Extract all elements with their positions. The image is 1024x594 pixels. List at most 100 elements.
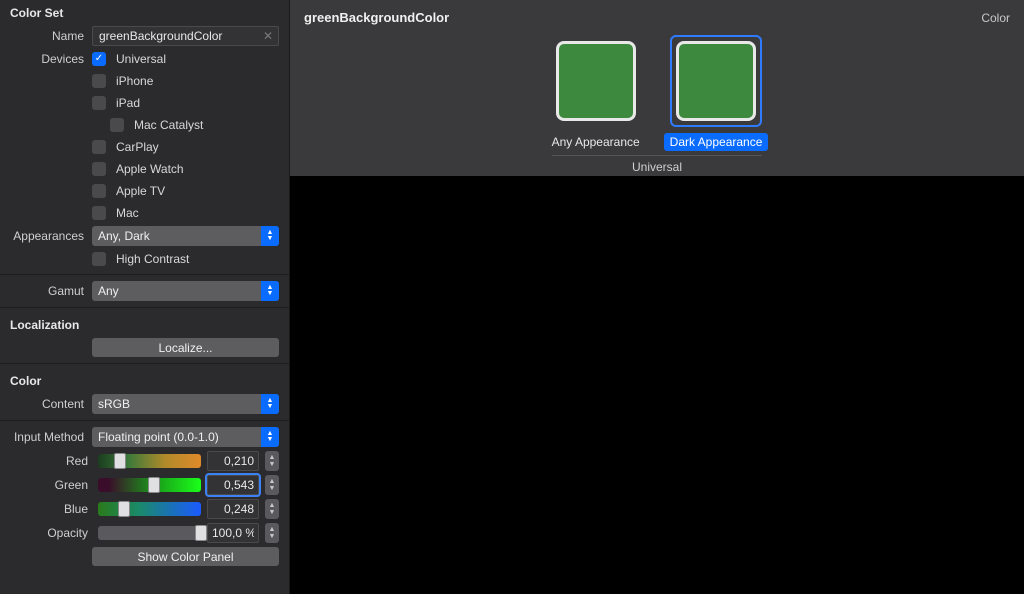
label-blue: Blue (10, 502, 92, 516)
gamut-select[interactable]: Any ▲▼ (92, 281, 279, 301)
slider-row-red: Red▲▼ (0, 449, 289, 473)
row-device: Apple TV (0, 180, 289, 202)
label-devices: Devices (10, 52, 92, 66)
device-label: iPad (116, 96, 140, 110)
device-checkbox[interactable] (110, 118, 124, 132)
green-value-input[interactable] (207, 475, 259, 495)
label-opacity: Opacity (10, 526, 92, 540)
blue-stepper[interactable]: ▲▼ (265, 499, 279, 519)
green-stepper[interactable]: ▲▼ (265, 475, 279, 495)
swatch-label[interactable]: Dark Appearance (664, 133, 769, 151)
chevron-updown-icon: ▲▼ (261, 394, 279, 414)
clear-icon[interactable]: ✕ (261, 29, 275, 43)
label-green: Green (10, 478, 92, 492)
section-header-color-set: Color Set (0, 0, 289, 24)
red-slider[interactable] (98, 454, 201, 468)
opacity-stepper[interactable]: ▲▼ (265, 523, 279, 543)
slider-row-green: Green ▲▼ (0, 473, 289, 497)
row-show-color-panel: Show Color Panel (0, 545, 289, 568)
device-label: Universal (116, 52, 166, 66)
chevron-updown-icon: ▲▼ (261, 226, 279, 246)
input-method-value: Floating point (0.0-1.0) (98, 430, 219, 444)
gamut-value: Any (98, 284, 119, 298)
red-stepper[interactable]: ▲▼ (265, 451, 279, 471)
swatch-column: Dark Appearance (664, 35, 769, 151)
row-device: Mac Catalyst (0, 114, 289, 136)
divider (0, 363, 289, 364)
row-input-method: Input Method Floating point (0.0-1.0) ▲▼ (0, 425, 289, 449)
content-select[interactable]: sRGB ▲▼ (92, 394, 279, 414)
device-label: Apple Watch (116, 162, 184, 176)
device-checkbox[interactable] (92, 206, 106, 220)
localize-button[interactable]: Localize... (92, 338, 279, 357)
main-area: greenBackgroundColor Color Any Appearanc… (290, 0, 1024, 594)
opacity-slider[interactable] (98, 526, 201, 540)
slider-thumb[interactable] (148, 477, 160, 493)
asset-type: Color (981, 11, 1010, 25)
device-checkbox[interactable] (92, 96, 106, 110)
row-device: iPhone (0, 70, 289, 92)
device-label: iPhone (116, 74, 153, 88)
canvas-empty-area (290, 176, 1024, 594)
high-contrast-label: High Contrast (116, 252, 189, 266)
slider-thumb[interactable] (118, 501, 130, 517)
appearances-value: Any, Dark (98, 229, 150, 243)
label-input-method: Input Method (10, 430, 92, 444)
blue-slider[interactable] (98, 502, 201, 516)
row-device: Mac (0, 202, 289, 224)
preview-header: greenBackgroundColor Color (304, 10, 1010, 25)
opacity-value-input[interactable] (207, 523, 259, 543)
label-appearances: Appearances (10, 229, 92, 243)
blue-value-input[interactable] (207, 499, 259, 519)
swatch-row: Any Appearance Dark Appearance (304, 35, 1010, 151)
row-gamut: Gamut Any ▲▼ (0, 279, 289, 303)
color-swatch[interactable] (676, 41, 756, 121)
row-device: Devices Universal (0, 48, 289, 70)
high-contrast-checkbox[interactable] (92, 252, 106, 266)
content-value: sRGB (98, 397, 130, 411)
device-checkbox[interactable] (92, 140, 106, 154)
row-device: Apple Watch (0, 158, 289, 180)
green-slider[interactable] (98, 478, 201, 492)
asset-title: greenBackgroundColor (304, 10, 449, 25)
slider-row-opacity: Opacity ▲▼ (0, 521, 289, 545)
group-divider (552, 155, 762, 156)
chevron-updown-icon: ▲▼ (261, 281, 279, 301)
device-label: Mac (116, 206, 139, 220)
label-content: Content (10, 397, 92, 411)
slider-thumb[interactable] (195, 525, 207, 541)
group-label: Universal (304, 160, 1010, 174)
show-color-panel-button[interactable]: Show Color Panel (92, 547, 279, 566)
swatch-frame (670, 35, 762, 127)
device-checkbox[interactable] (92, 74, 106, 88)
device-label: Apple TV (116, 184, 165, 198)
divider (0, 274, 289, 275)
label-name: Name (10, 29, 92, 43)
red-value-input[interactable] (207, 451, 259, 471)
row-content: Content sRGB ▲▼ (0, 392, 289, 416)
section-header-localization: Localization (0, 312, 289, 336)
device-checkbox[interactable] (92, 52, 106, 66)
section-header-color: Color (0, 368, 289, 392)
swatch-column: Any Appearance (546, 35, 646, 151)
divider (0, 420, 289, 421)
preview-area: greenBackgroundColor Color Any Appearanc… (290, 0, 1024, 176)
slider-thumb[interactable] (114, 453, 126, 469)
row-appearances: Appearances Any, Dark ▲▼ (0, 224, 289, 248)
swatch-frame (550, 35, 642, 127)
device-checkbox[interactable] (92, 184, 106, 198)
row-localize: Localize... (0, 336, 289, 359)
input-method-select[interactable]: Floating point (0.0-1.0) ▲▼ (92, 427, 279, 447)
row-high-contrast: High Contrast (0, 248, 289, 270)
swatch-label[interactable]: Any Appearance (546, 133, 646, 151)
row-name: Name ✕ (0, 24, 289, 48)
device-checkbox[interactable] (92, 162, 106, 176)
name-input[interactable] (92, 26, 279, 46)
chevron-updown-icon: ▲▼ (261, 427, 279, 447)
row-device: iPad (0, 92, 289, 114)
color-swatch[interactable] (556, 41, 636, 121)
appearances-select[interactable]: Any, Dark ▲▼ (92, 226, 279, 246)
divider (0, 307, 289, 308)
label-gamut: Gamut (10, 284, 92, 298)
inspector-sidebar: Color Set Name ✕ Devices Universal iPhone i… (0, 0, 290, 594)
